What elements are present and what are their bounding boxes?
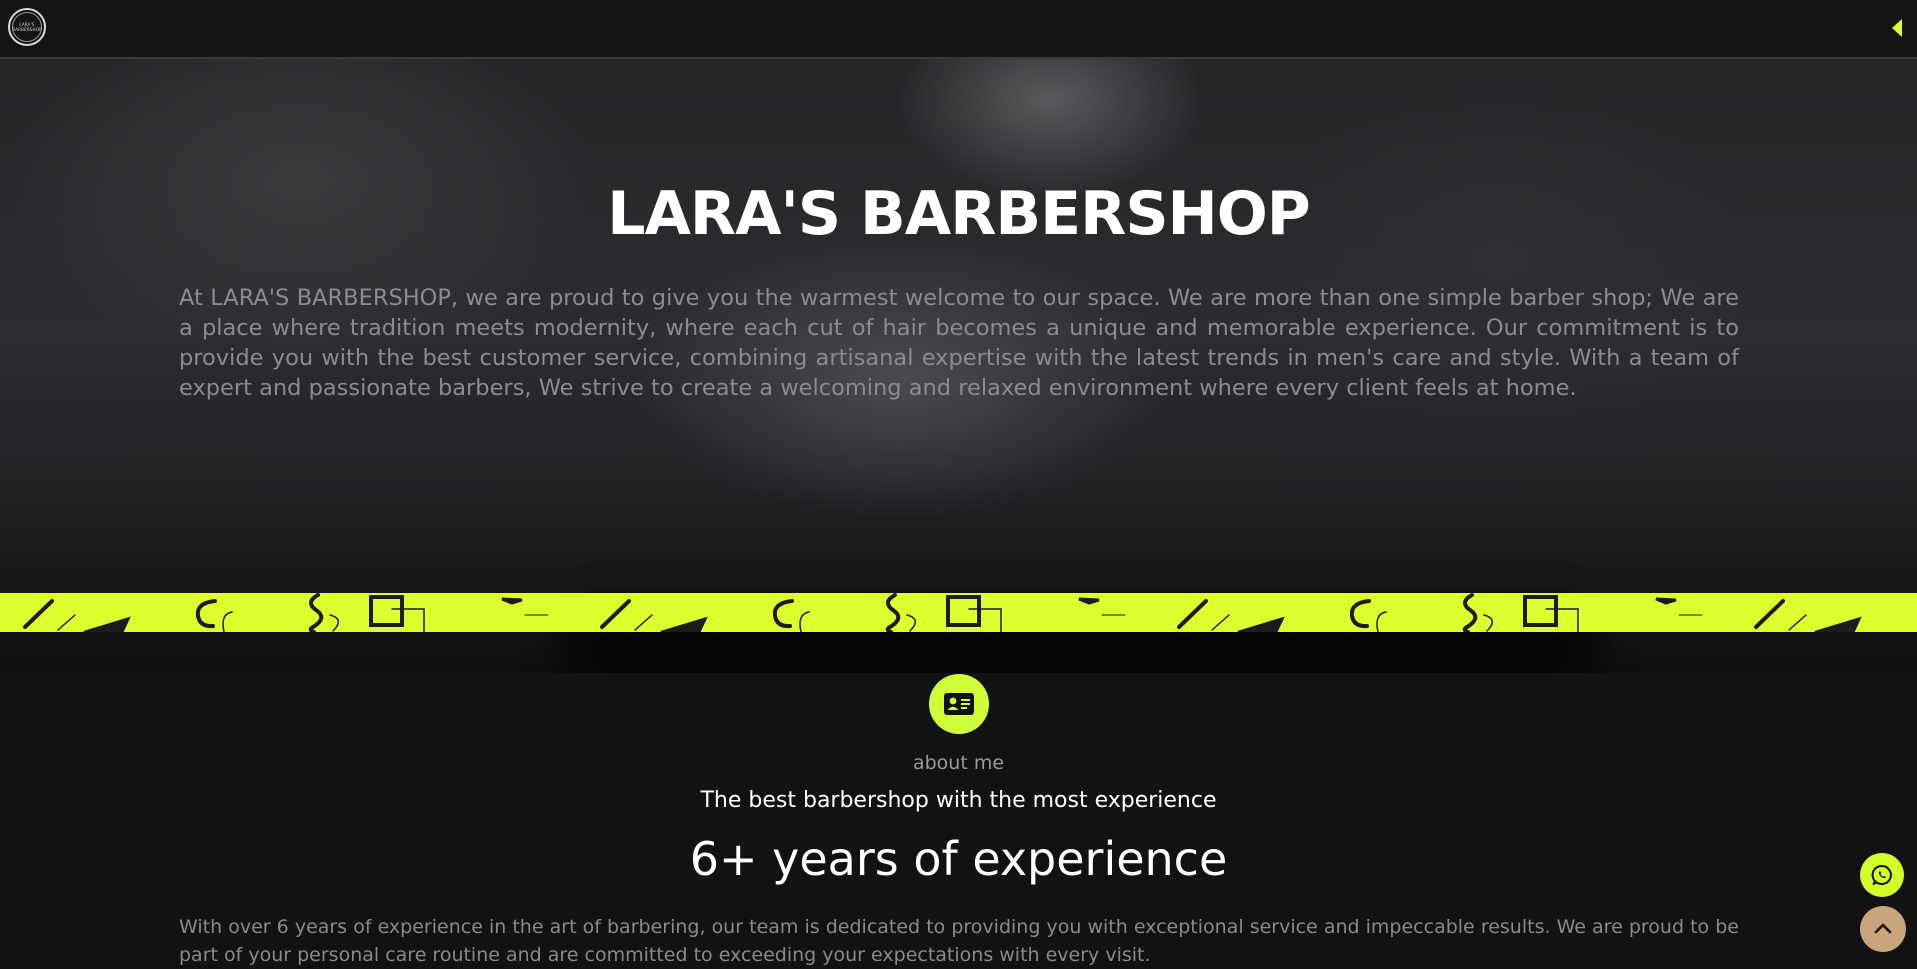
- scissors-wave-small-icon: [329, 614, 339, 632]
- id-card-icon: [944, 693, 974, 715]
- blade-icon: [83, 616, 131, 632]
- razor-thin-icon: [634, 614, 653, 631]
- hero-section: LARA'S BARBERSHOP At LARA'S BARBERSHOP, …: [0, 59, 1917, 673]
- comb-c-icon: [772, 599, 794, 629]
- scissors-wave-icon: [885, 593, 901, 632]
- hero-description: At LARA'S BARBERSHOP, we are proud to gi…: [179, 285, 1739, 401]
- square-outline-icon: [968, 608, 1002, 632]
- square-icon: [1523, 595, 1558, 627]
- top-navbar: LARA'S BARBERSHOP: [0, 0, 1917, 59]
- razor-stroke-icon: [600, 599, 631, 629]
- hero-title: LARA'S BARBERSHOP: [607, 179, 1310, 249]
- razor-thin-icon: [57, 614, 76, 631]
- barbershop-logo[interactable]: LARA'S BARBERSHOP: [8, 8, 46, 46]
- ribbon-tile: [23, 593, 549, 632]
- section-heading: 6+ years of experience: [689, 832, 1228, 886]
- barber-tools-pattern: [23, 593, 1862, 632]
- comb-c-small-icon: [222, 611, 233, 632]
- blade-icon: [1814, 616, 1862, 632]
- scissors-wave-icon: [1462, 593, 1478, 632]
- comb-c-icon: [1349, 599, 1371, 629]
- trimmer-icon: [1078, 597, 1100, 605]
- ribbon-tile: [1177, 593, 1703, 632]
- square-outline-icon: [391, 608, 425, 632]
- trimmer-icon: [1655, 597, 1677, 605]
- ribbon-tile: [1754, 599, 1862, 632]
- razor-stroke-icon: [1177, 599, 1208, 629]
- ribbon-tile: [600, 593, 1126, 632]
- about-description: With over 6 years of experience in the a…: [179, 916, 1739, 966]
- razor-stroke-icon: [1754, 599, 1785, 629]
- square-outline-icon: [1545, 608, 1579, 632]
- blade-icon: [1237, 616, 1285, 632]
- decorative-ribbon: [0, 593, 1917, 632]
- scissors-wave-small-icon: [1483, 614, 1493, 632]
- square-icon: [369, 595, 404, 627]
- razor-thin-icon: [1788, 614, 1807, 631]
- razor-stroke-icon: [23, 599, 54, 629]
- about-badge: [929, 674, 989, 734]
- scissors-wave-small-icon: [906, 614, 916, 632]
- whatsapp-icon: [1871, 865, 1892, 885]
- logo-text: LARA'S BARBERSHOP: [12, 12, 42, 42]
- comb-c-icon: [195, 599, 217, 629]
- chevron-up-icon: [1874, 923, 1892, 934]
- scissors-wave-icon: [308, 593, 324, 632]
- menu-toggle-button[interactable]: [1887, 17, 1907, 39]
- comb-c-small-icon: [799, 611, 810, 632]
- section-label: about me: [912, 752, 1005, 774]
- section-subtitle: The best barbershop with the most experi…: [700, 788, 1217, 813]
- scroll-to-top-button[interactable]: [1860, 906, 1906, 952]
- trimmer-icon: [501, 597, 523, 605]
- caret-left-icon: [1892, 19, 1902, 37]
- blade-icon: [660, 616, 708, 632]
- comb-c-small-icon: [1376, 611, 1387, 632]
- whatsapp-button[interactable]: [1860, 853, 1904, 897]
- square-icon: [946, 595, 981, 627]
- razor-thin-icon: [1211, 614, 1230, 631]
